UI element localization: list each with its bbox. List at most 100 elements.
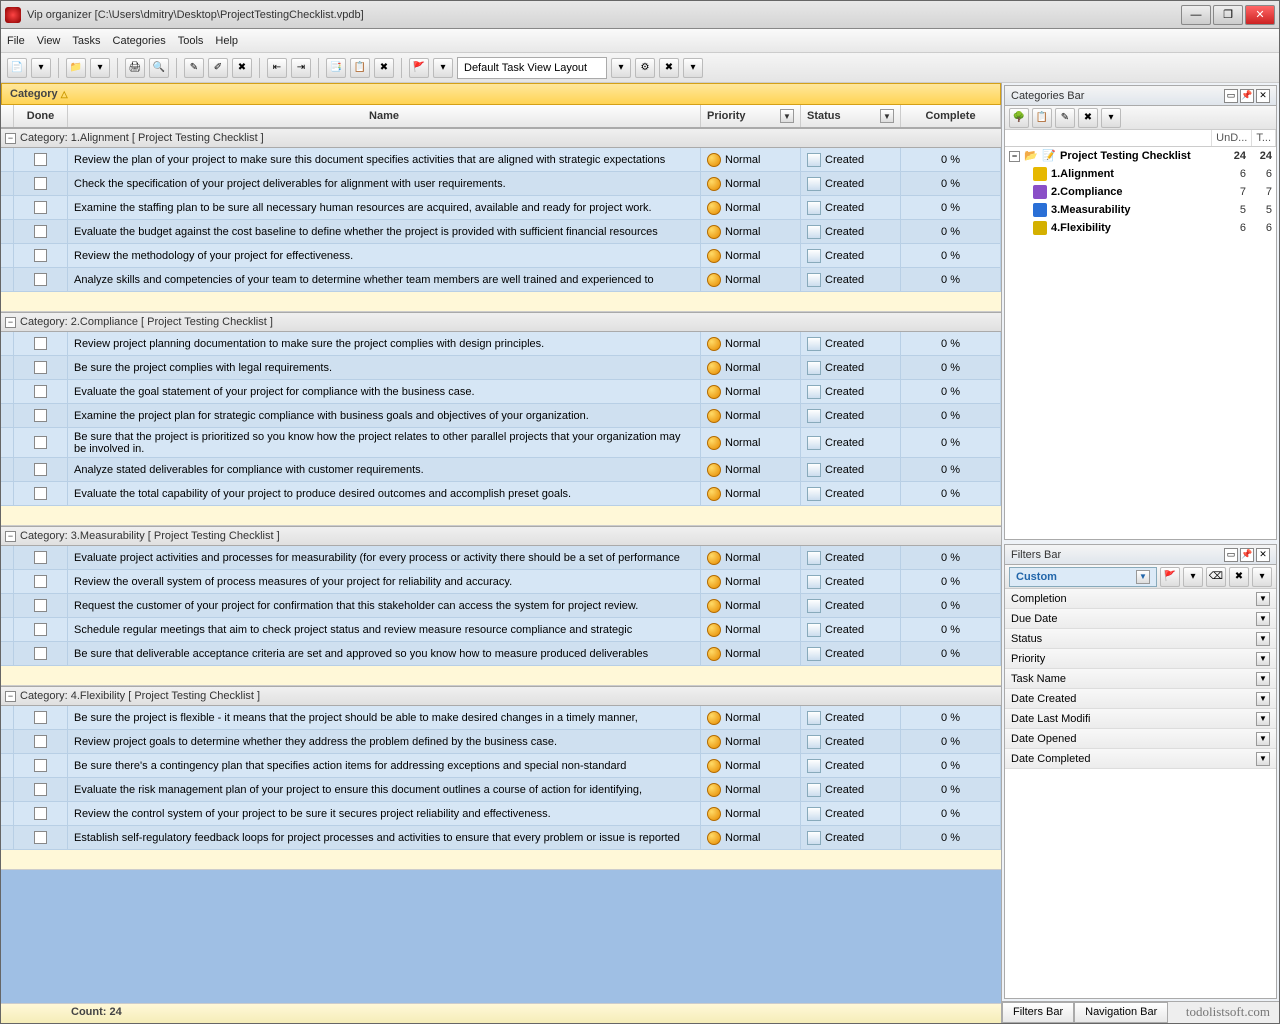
checkbox[interactable] bbox=[34, 487, 47, 500]
checkbox[interactable] bbox=[34, 225, 47, 238]
checkbox[interactable] bbox=[34, 735, 47, 748]
del2-icon[interactable]: ✖ bbox=[374, 58, 394, 78]
minimize-button[interactable]: — bbox=[1181, 5, 1211, 25]
category-item[interactable]: 3.Measurability55 bbox=[1005, 201, 1276, 219]
category-item[interactable]: 1.Alignment66 bbox=[1005, 165, 1276, 183]
chevron-down-icon[interactable]: ▼ bbox=[1256, 692, 1270, 706]
dropdown-icon[interactable]: ▾ bbox=[31, 58, 51, 78]
task-row[interactable]: Review the methodology of your project f… bbox=[1, 244, 1001, 268]
col-done[interactable]: Done bbox=[14, 105, 68, 127]
tab-filters-bar[interactable]: Filters Bar bbox=[1002, 1002, 1074, 1023]
remove-icon[interactable]: ✖ bbox=[659, 58, 679, 78]
task-row[interactable]: Be sure the project complies with legal … bbox=[1, 356, 1001, 380]
checkbox[interactable] bbox=[34, 177, 47, 190]
list-icon[interactable]: 📋 bbox=[1032, 108, 1052, 128]
group-header[interactable]: −Category: 2.Compliance [ Project Testin… bbox=[1, 312, 1001, 332]
menu-categories[interactable]: Categories bbox=[113, 35, 166, 47]
task-row[interactable]: Schedule regular meetings that aim to ch… bbox=[1, 618, 1001, 642]
task-row[interactable]: Examine the project plan for strategic c… bbox=[1, 404, 1001, 428]
col-status[interactable]: Status▼ bbox=[801, 105, 901, 127]
task-row[interactable]: Establish self-regulatory feedback loops… bbox=[1, 826, 1001, 850]
dropdown-icon[interactable]: ▾ bbox=[90, 58, 110, 78]
close-button[interactable]: ✕ bbox=[1245, 5, 1275, 25]
task-row[interactable]: Examine the staffing plan to be sure all… bbox=[1, 196, 1001, 220]
chevron-down-icon[interactable]: ▼ bbox=[880, 109, 894, 123]
maximize-button[interactable]: ❐ bbox=[1213, 5, 1243, 25]
clear-icon[interactable]: ⌫ bbox=[1206, 567, 1226, 587]
close-icon[interactable]: ✕ bbox=[1256, 89, 1270, 103]
checkbox[interactable] bbox=[34, 409, 47, 422]
checkbox[interactable] bbox=[34, 201, 47, 214]
task-row[interactable]: Review project goals to determine whethe… bbox=[1, 730, 1001, 754]
pin-icon[interactable]: 📌 bbox=[1240, 89, 1254, 103]
close-icon[interactable]: ✕ bbox=[1256, 548, 1270, 562]
filter-row[interactable]: Date Last Modifi▼ bbox=[1005, 709, 1276, 729]
collapse-icon[interactable]: − bbox=[5, 133, 16, 144]
task-row[interactable]: Evaluate the budget against the cost bas… bbox=[1, 220, 1001, 244]
folder-icon[interactable]: 📁 bbox=[66, 58, 86, 78]
cat2-icon[interactable]: 📋 bbox=[350, 58, 370, 78]
settings-icon[interactable]: ⚙ bbox=[635, 58, 655, 78]
checkbox[interactable] bbox=[34, 783, 47, 796]
dropdown-icon[interactable]: ▾ bbox=[433, 58, 453, 78]
group-header[interactable]: −Category: 3.Measurability [ Project Tes… bbox=[1, 526, 1001, 546]
menu-help[interactable]: Help bbox=[215, 35, 238, 47]
chevron-down-icon[interactable]: ▼ bbox=[1256, 652, 1270, 666]
print-icon[interactable]: 🖨 bbox=[125, 58, 145, 78]
flag-icon[interactable]: 🚩 bbox=[409, 58, 429, 78]
edit-icon[interactable]: ✎ bbox=[1055, 108, 1075, 128]
checkbox[interactable] bbox=[34, 711, 47, 724]
checkbox[interactable] bbox=[34, 647, 47, 660]
task-row[interactable]: Evaluate project activities and processe… bbox=[1, 546, 1001, 570]
dropdown-icon[interactable]: ▾ bbox=[611, 58, 631, 78]
filter-custom[interactable]: Custom▼ bbox=[1009, 567, 1157, 587]
checkbox[interactable] bbox=[34, 599, 47, 612]
filter-row[interactable]: Due Date▼ bbox=[1005, 609, 1276, 629]
new-icon[interactable]: 📄 bbox=[7, 58, 27, 78]
filter-row[interactable]: Completion▼ bbox=[1005, 589, 1276, 609]
task-row[interactable]: Review project planning documentation to… bbox=[1, 332, 1001, 356]
apply-icon[interactable]: 🚩 bbox=[1160, 567, 1180, 587]
collapse-icon[interactable]: − bbox=[5, 531, 16, 542]
filter-row[interactable]: Date Completed▼ bbox=[1005, 749, 1276, 769]
indent-left-icon[interactable]: ⇤ bbox=[267, 58, 287, 78]
groupby-bar[interactable]: Category △ bbox=[1, 83, 1001, 105]
dropdown-icon[interactable]: ▾ bbox=[683, 58, 703, 78]
task-row[interactable]: Be sure that deliverable acceptance crit… bbox=[1, 642, 1001, 666]
checkbox[interactable] bbox=[34, 575, 47, 588]
panel-dock-icon[interactable]: ▭ bbox=[1224, 548, 1238, 562]
task-row[interactable]: Evaluate the goal statement of your proj… bbox=[1, 380, 1001, 404]
task-row[interactable]: Evaluate the risk management plan of you… bbox=[1, 778, 1001, 802]
indent-right-icon[interactable]: ⇥ bbox=[291, 58, 311, 78]
chevron-down-icon[interactable]: ▼ bbox=[1256, 672, 1270, 686]
tree-icon[interactable]: 🌳 bbox=[1009, 108, 1029, 128]
filter-row[interactable]: Priority▼ bbox=[1005, 649, 1276, 669]
task-row[interactable]: Be sure the project is flexible - it mea… bbox=[1, 706, 1001, 730]
edit2-icon[interactable]: ✐ bbox=[208, 58, 228, 78]
checkbox[interactable] bbox=[34, 361, 47, 374]
category-item[interactable]: 2.Compliance77 bbox=[1005, 183, 1276, 201]
col-priority[interactable]: Priority▼ bbox=[701, 105, 801, 127]
chevron-down-icon[interactable]: ▼ bbox=[780, 109, 794, 123]
checkbox[interactable] bbox=[34, 273, 47, 286]
menu-tasks[interactable]: Tasks bbox=[72, 35, 100, 47]
checkbox[interactable] bbox=[34, 551, 47, 564]
menu-file[interactable]: File bbox=[7, 35, 25, 47]
task-row[interactable]: Review the plan of your project to make … bbox=[1, 148, 1001, 172]
expand-icon[interactable]: − bbox=[1009, 151, 1020, 162]
panel-dock-icon[interactable]: ▭ bbox=[1224, 89, 1238, 103]
remove-icon[interactable]: ✖ bbox=[1229, 567, 1249, 587]
task-row[interactable]: Review the overall system of process mea… bbox=[1, 570, 1001, 594]
chevron-down-icon[interactable]: ▼ bbox=[1256, 752, 1270, 766]
preview-icon[interactable]: 🔍 bbox=[149, 58, 169, 78]
chevron-down-icon[interactable]: ▼ bbox=[1136, 570, 1150, 584]
tab-navigation-bar[interactable]: Navigation Bar bbox=[1074, 1002, 1168, 1023]
col-name[interactable]: Name bbox=[68, 105, 701, 127]
col-complete[interactable]: Complete bbox=[901, 105, 1001, 127]
chevron-down-icon[interactable]: ▼ bbox=[1256, 732, 1270, 746]
checkbox[interactable] bbox=[34, 463, 47, 476]
task-row[interactable]: Analyze stated deliverables for complian… bbox=[1, 458, 1001, 482]
task-row[interactable]: Be sure there's a contingency plan that … bbox=[1, 754, 1001, 778]
collapse-icon[interactable]: − bbox=[5, 317, 16, 328]
checkbox[interactable] bbox=[34, 436, 47, 449]
